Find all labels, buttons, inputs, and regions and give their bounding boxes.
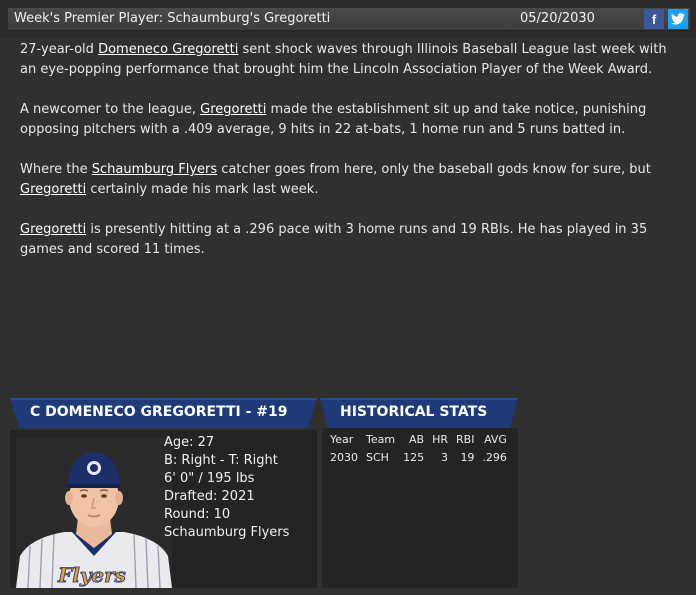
stat-cell: 2030 xyxy=(330,450,358,464)
page-title: Week's Premier Player: Schaumburg's Greg… xyxy=(14,11,331,26)
stats-table: Year Team AB HR RBI AVG 2030 SCH 125 3 1… xyxy=(326,430,511,466)
player-card-banner: C DOMENECO GREGORETTI - #19 xyxy=(10,398,317,428)
article-body: 27-year-old Domeneco Gregoretti sent sho… xyxy=(20,40,680,280)
player-card: Flyers Age: 27 B: Right - T: Right 6' 0"… xyxy=(10,430,317,588)
article-paragraph: Gregoretti is presently hitting at a .29… xyxy=(20,222,648,257)
table-row: 2030 SCH 125 3 19 .296 xyxy=(326,448,511,466)
article-paragraph: Where the Schaumburg Flyers catcher goes… xyxy=(20,162,651,197)
jersey-script: Flyers xyxy=(57,563,126,587)
col-header: HR xyxy=(432,432,448,446)
player-photo[interactable]: Flyers xyxy=(16,438,172,588)
article-paragraph: A newcomer to the league, Gregoretti mad… xyxy=(20,102,647,137)
player-link[interactable]: Gregoretti xyxy=(20,222,86,237)
stats-heading: HISTORICAL STATS xyxy=(340,404,488,420)
stat-cell: 3 xyxy=(441,450,448,464)
player-info: Age: 27 B: Right - T: Right 6' 0" / 195 … xyxy=(164,434,289,542)
player-round: Round: 10 xyxy=(164,507,231,522)
stat-cell: SCH xyxy=(366,450,389,464)
team-link[interactable]: Schaumburg Flyers xyxy=(92,162,217,177)
twitter-share-icon[interactable] xyxy=(668,9,688,29)
col-header: Team xyxy=(366,432,396,446)
stats-panel: Year Team AB HR RBI AVG 2030 SCH 125 3 1… xyxy=(322,428,518,588)
article-date: 05/20/2030 xyxy=(520,11,595,26)
player-link[interactable]: Gregoretti xyxy=(20,182,86,197)
header-bar: Week's Premier Player: Schaumburg's Greg… xyxy=(0,0,696,38)
facebook-share-icon[interactable]: f xyxy=(644,9,664,29)
player-portrait-image: Flyers xyxy=(16,452,172,588)
header-strip: Week's Premier Player: Schaumburg's Greg… xyxy=(8,8,690,31)
twitter-bird-icon xyxy=(671,13,685,25)
player-link[interactable]: Gregoretti xyxy=(200,102,266,117)
col-header: RBI xyxy=(456,432,475,446)
stat-cell: 125 xyxy=(403,450,425,464)
stats-banner: HISTORICAL STATS xyxy=(320,398,518,428)
stat-cell: 19 xyxy=(460,450,475,464)
col-header: AB xyxy=(409,432,425,446)
article-paragraph: 27-year-old Domeneco Gregoretti sent sho… xyxy=(20,42,667,77)
player-name-heading[interactable]: C DOMENECO GREGORETTI - #19 xyxy=(30,404,287,420)
player-drafted: Drafted: 2021 xyxy=(164,489,255,504)
stat-cell: .296 xyxy=(482,450,507,464)
player-link[interactable]: Domeneco Gregoretti xyxy=(98,42,238,57)
player-height-weight: 6' 0" / 195 lbs xyxy=(164,471,255,486)
col-header: AVG xyxy=(484,432,507,446)
col-header: Year xyxy=(330,432,354,446)
stats-header-row: Year Team AB HR RBI AVG xyxy=(326,430,511,448)
player-bats-throws: B: Right - T: Right xyxy=(164,453,278,468)
player-age: Age: 27 xyxy=(164,435,215,450)
player-team[interactable]: Schaumburg Flyers xyxy=(164,524,289,542)
